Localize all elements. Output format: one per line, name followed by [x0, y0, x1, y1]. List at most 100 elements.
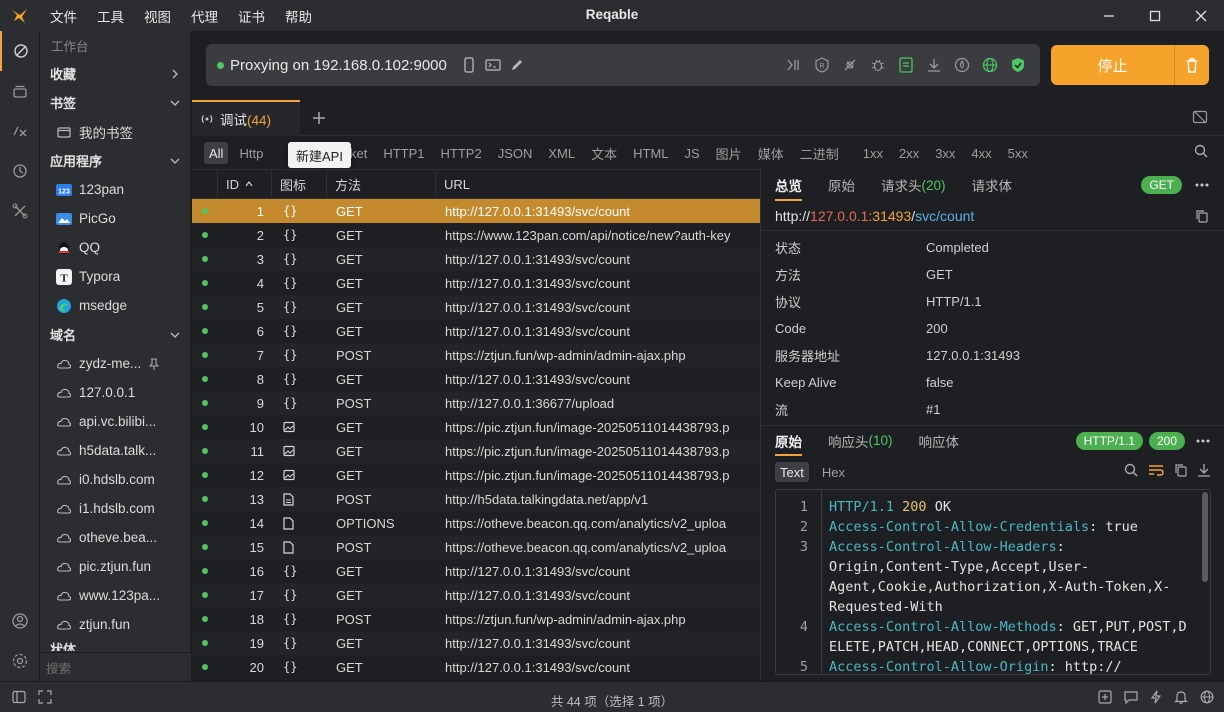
- table-row[interactable]: 19 {} GET http://127.0.0.1:31493/svc/count: [192, 631, 760, 655]
- header-icon[interactable]: 图标: [272, 169, 327, 199]
- filter-5[interactable]: JSON: [490, 142, 541, 164]
- table-row[interactable]: 5 {} GET http://127.0.0.1:31493/svc/count: [192, 295, 760, 319]
- sidebar-item-domain[interactable]: h5data.talk...: [40, 436, 190, 465]
- sidebar-item-domain[interactable]: i0.hdslb.com: [40, 465, 190, 494]
- table-row[interactable]: 15 POST https://otheve.beacon.qq.com/analy…: [192, 535, 760, 559]
- table-row[interactable]: 6 {} GET http://127.0.0.1:31493/svc/count: [192, 319, 760, 343]
- apps-section[interactable]: 应用程序: [40, 146, 190, 175]
- minimize-button[interactable]: [1086, 0, 1132, 31]
- menu-item-0[interactable]: 文件: [40, 6, 87, 26]
- sidebar-item-domain[interactable]: pic.ztjun.fun: [40, 552, 190, 581]
- bookmarks-section[interactable]: 书签: [40, 88, 190, 117]
- download-icon[interactable]: [1197, 463, 1211, 477]
- table-row[interactable]: 17 {} GET http://127.0.0.1:31493/svc/count: [192, 583, 760, 607]
- favorites-section[interactable]: 收藏: [40, 59, 190, 88]
- sidebar-item-domain[interactable]: otheve.bea...: [40, 523, 190, 552]
- table-row[interactable]: 14 OPTIONS https://otheve.beacon.qq.com/an…: [192, 511, 760, 535]
- filter-15[interactable]: 3xx: [927, 142, 963, 164]
- table-row[interactable]: 20 {} GET http://127.0.0.1:31493/svc/count: [192, 655, 760, 679]
- table-row[interactable]: 4 {} GET http://127.0.0.1:31493/svc/count: [192, 271, 760, 295]
- table-row[interactable]: 1 {} GET http://127.0.0.1:31493/svc/count: [192, 199, 760, 223]
- filter-8[interactable]: HTML: [625, 142, 676, 164]
- header-method[interactable]: 方法: [327, 169, 436, 199]
- filter-13[interactable]: 1xx: [855, 142, 891, 164]
- editor-scrollbar[interactable]: [1202, 492, 1208, 582]
- search-icon[interactable]: [1124, 463, 1138, 477]
- settings-activity[interactable]: [0, 641, 40, 681]
- close-button[interactable]: [1178, 0, 1224, 31]
- table-row[interactable]: 11 GET https://pic.ztjun.fun/image-2025051…: [192, 439, 760, 463]
- domains-section[interactable]: 域名: [40, 320, 190, 349]
- globe-icon[interactable]: [978, 53, 1002, 77]
- copy-icon[interactable]: [1174, 463, 1187, 477]
- menu-item-2[interactable]: 视图: [134, 6, 181, 26]
- maximize-button[interactable]: [1132, 0, 1178, 31]
- table-row[interactable]: 16 {} GET http://127.0.0.1:31493/svc/count: [192, 559, 760, 583]
- tab-summary[interactable]: 总览: [775, 169, 802, 201]
- sidebar-item-picgo[interactable]: PicGo: [40, 204, 190, 233]
- filter-12[interactable]: 二进制: [792, 142, 847, 164]
- new-tab-button[interactable]: [307, 106, 331, 130]
- header-url[interactable]: URL: [436, 169, 760, 199]
- filter-14[interactable]: 2xx: [891, 142, 927, 164]
- response-code-editor[interactable]: 1 2 3 4 5 HTTP/1.1 200 OK Access-Control-Allo…: [775, 489, 1211, 675]
- sidebar-item-msedge[interactable]: msedge: [40, 291, 190, 320]
- collapsed-section[interactable]: 状体: [40, 639, 190, 651]
- add-window-icon[interactable]: [1098, 690, 1112, 704]
- copy-icon[interactable]: [1195, 209, 1208, 223]
- clear-button[interactable]: [1174, 45, 1209, 85]
- tab-response-body[interactable]: 响应体: [919, 426, 960, 456]
- hide-panel-icon[interactable]: [1192, 109, 1208, 125]
- sidebar-item-domain[interactable]: zydz-me...: [40, 349, 190, 378]
- filter-11[interactable]: 媒体: [750, 142, 792, 164]
- sidebar-item-domain[interactable]: ztjun.fun: [40, 610, 190, 639]
- menu-item-3[interactable]: 代理: [181, 6, 228, 26]
- bug-icon[interactable]: [866, 53, 890, 77]
- more-options-icon[interactable]: [1190, 183, 1214, 187]
- filter-3[interactable]: HTTP1: [375, 142, 432, 164]
- search-icon[interactable]: [1194, 144, 1208, 158]
- bell-icon[interactable]: [1174, 690, 1188, 704]
- sidebar-item-qq[interactable]: QQ: [40, 233, 190, 262]
- rewrite-icon[interactable]: R: [810, 53, 834, 77]
- menu-item-4[interactable]: 证书: [228, 6, 275, 26]
- wrap-lines-icon[interactable]: [1148, 463, 1164, 477]
- globe-icon[interactable]: [1200, 690, 1214, 704]
- text-view-tab[interactable]: Text: [775, 462, 809, 482]
- sidebar-item-domain[interactable]: www.123pa...: [40, 581, 190, 610]
- shield-check-icon[interactable]: [1006, 53, 1030, 77]
- header-id[interactable]: ID: [218, 169, 272, 199]
- history-activity[interactable]: [0, 151, 40, 191]
- table-row[interactable]: 8 {} GET http://127.0.0.1:31493/svc/count: [192, 367, 760, 391]
- filter-6[interactable]: XML: [540, 142, 583, 164]
- tab-request-body[interactable]: 请求体: [972, 169, 1013, 201]
- script-file-icon[interactable]: [894, 53, 918, 77]
- table-row[interactable]: 9 {} POST http://127.0.0.1:36677/upload: [192, 391, 760, 415]
- no-intercept-icon[interactable]: [838, 53, 862, 77]
- download-icon[interactable]: [922, 53, 946, 77]
- sidebar-item-domain[interactable]: api.vc.bilibi...: [40, 407, 190, 436]
- filter-9[interactable]: JS: [677, 142, 708, 164]
- script-activity[interactable]: [0, 111, 40, 151]
- filter-16[interactable]: 4xx: [963, 142, 999, 164]
- filter-0[interactable]: All: [204, 142, 229, 164]
- sidebar-item-domain[interactable]: i1.hdslb.com: [40, 494, 190, 523]
- table-row[interactable]: 7 {} POST https://ztjun.fun/wp-admin/admin-…: [192, 343, 760, 367]
- tab-raw[interactable]: 原始: [828, 169, 855, 201]
- tab-request-headers[interactable]: 请求头 (20): [881, 169, 946, 201]
- lightning-icon[interactable]: [1150, 690, 1162, 704]
- edit-icon[interactable]: [505, 53, 529, 77]
- message-icon[interactable]: [1124, 690, 1138, 704]
- sidebar-item-domain[interactable]: 127.0.0.1: [40, 378, 190, 407]
- sidebar-search-input[interactable]: 搜索: [40, 652, 191, 681]
- drop-icon[interactable]: [950, 53, 974, 77]
- stop-proxy-button[interactable]: 停止: [1051, 45, 1174, 85]
- table-row[interactable]: 10 GET https://pic.ztjun.fun/image-2025051…: [192, 415, 760, 439]
- filter-17[interactable]: 5xx: [1000, 142, 1036, 164]
- collections-activity[interactable]: [0, 71, 40, 111]
- menu-item-1[interactable]: 工具: [87, 6, 134, 26]
- menu-item-5[interactable]: 帮助: [275, 6, 322, 26]
- filter-4[interactable]: HTTP2: [433, 142, 490, 164]
- filter-10[interactable]: 图片: [708, 142, 750, 164]
- sidebar-item-123pan[interactable]: 123 123pan: [40, 175, 190, 204]
